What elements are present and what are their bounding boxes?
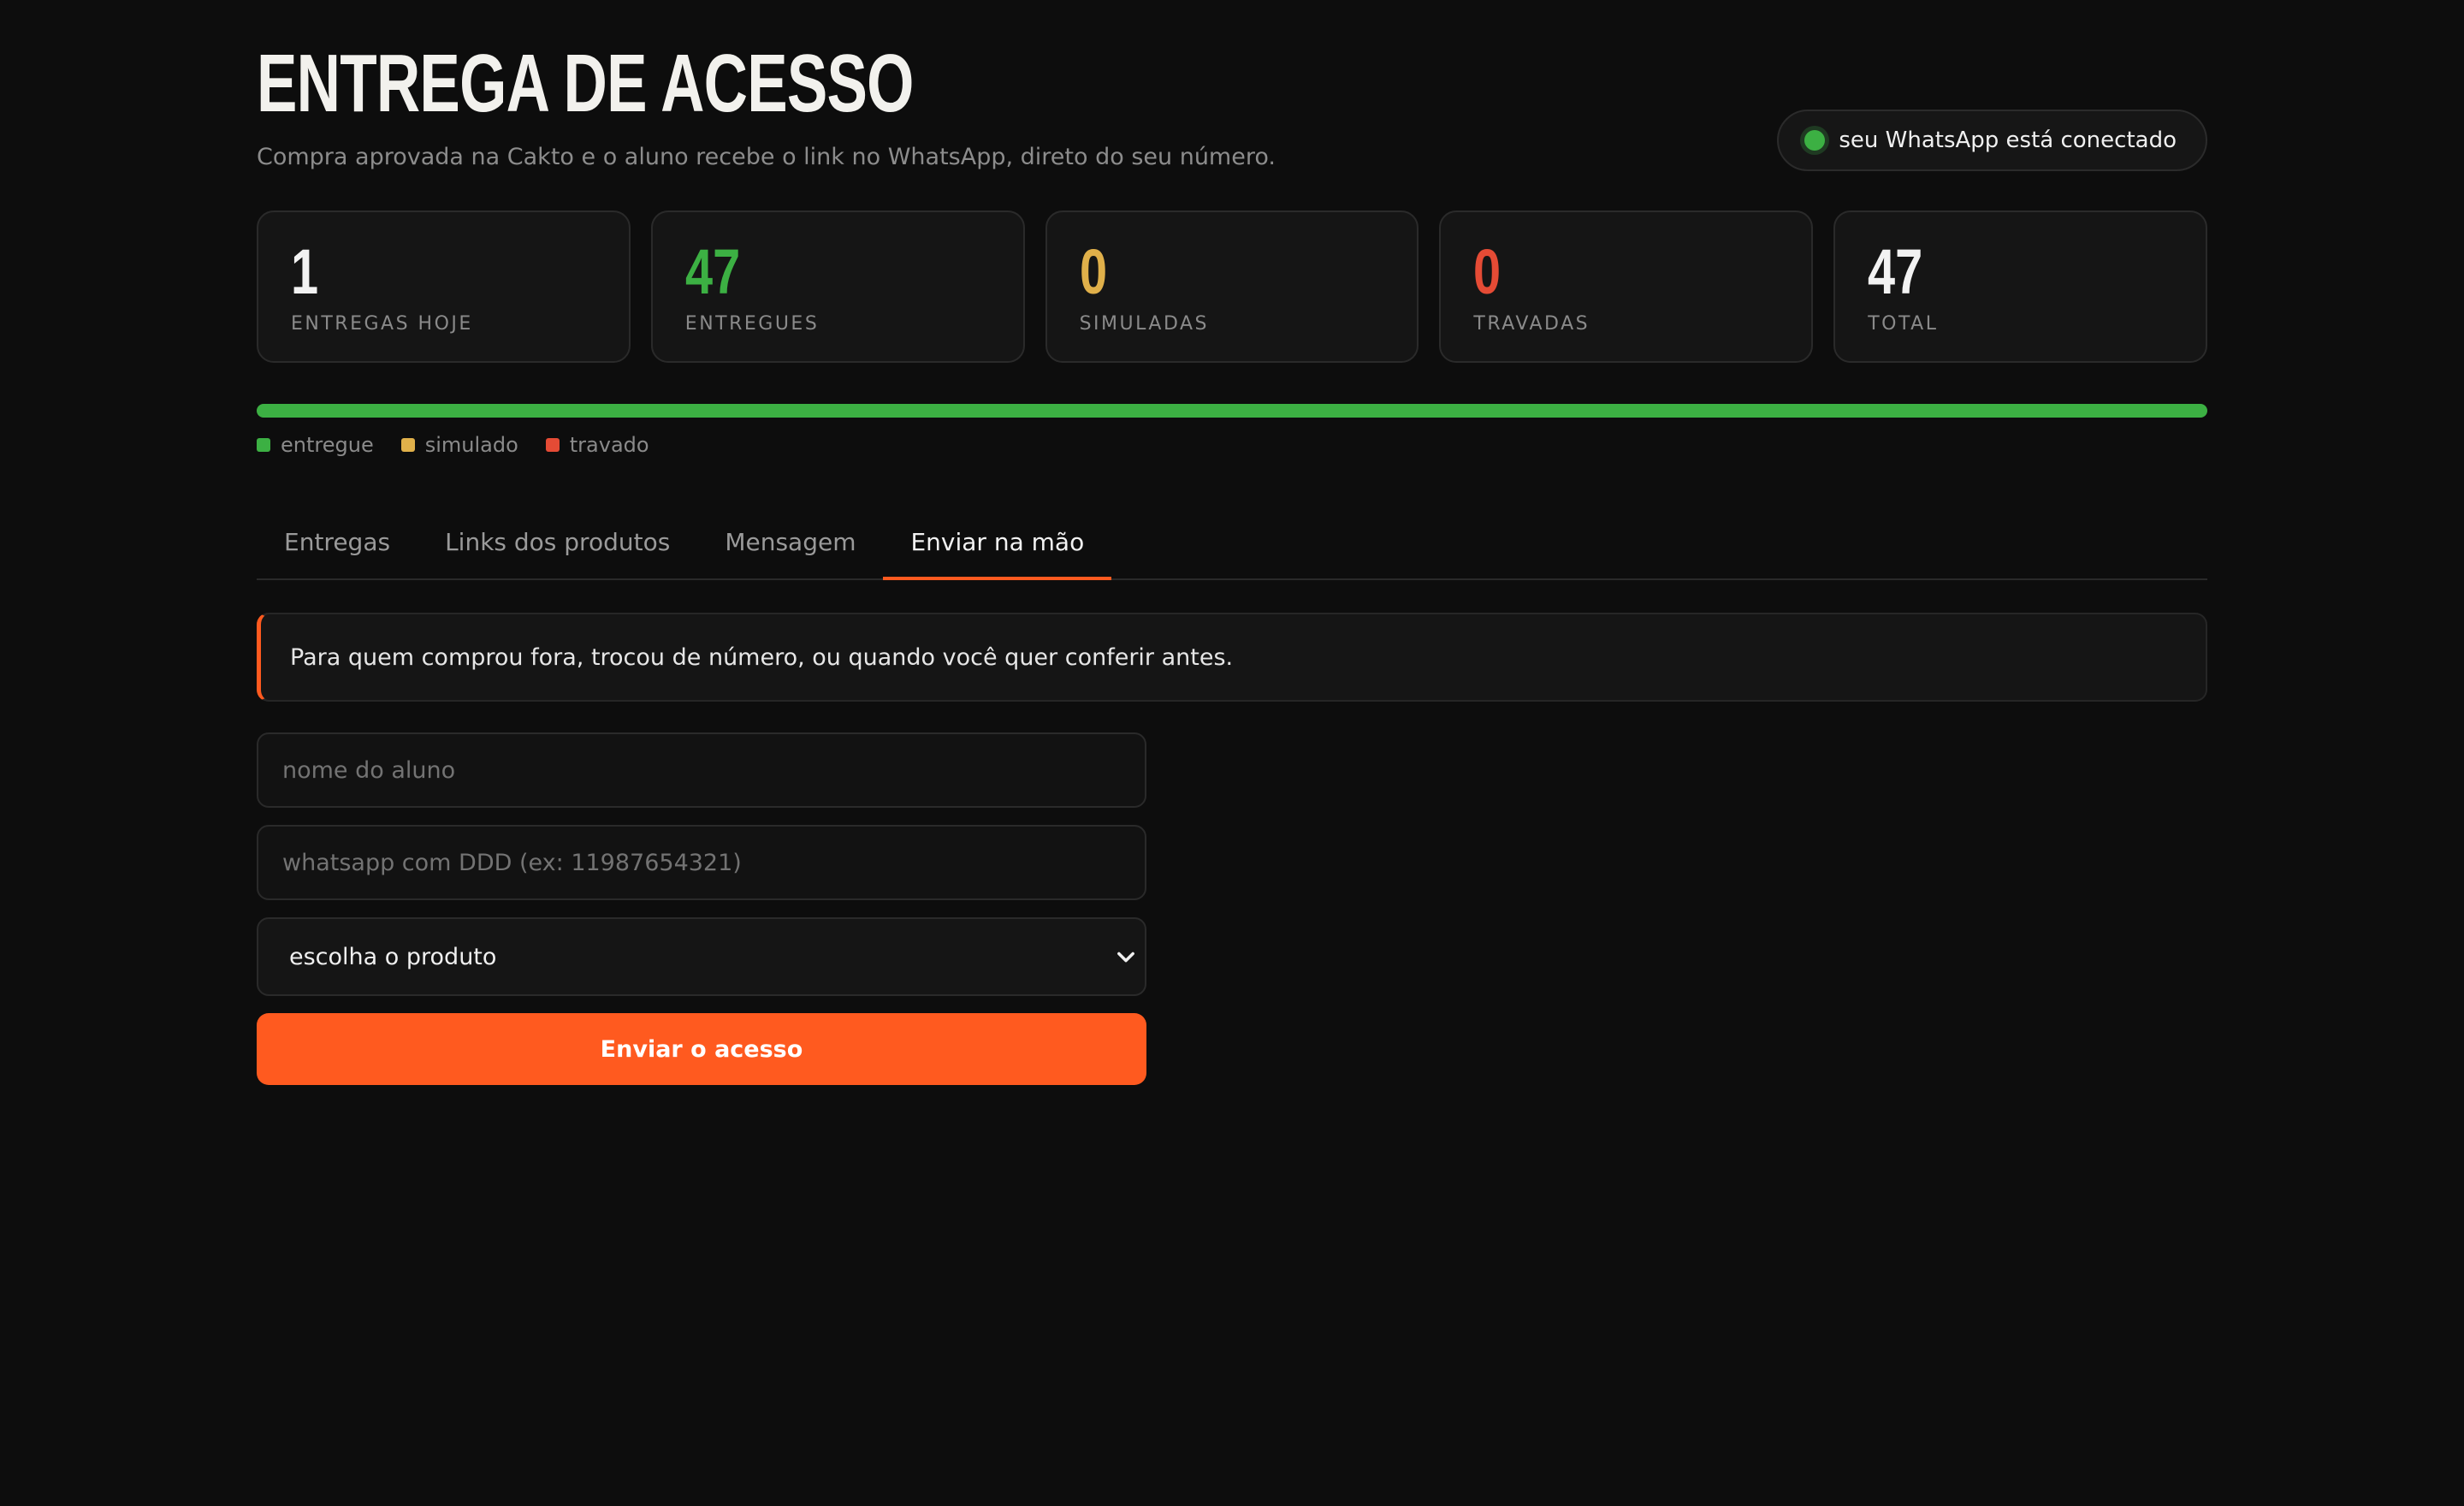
progress-segment-entregue: [257, 404, 2207, 418]
stat-value: 1: [291, 236, 319, 307]
stat-card-total: 47 TOTAL: [1833, 210, 2207, 363]
info-notice: Para quem comprou fora, trocou de número…: [257, 613, 2207, 702]
legend-label: simulado: [424, 433, 518, 457]
stat-label: TOTAL: [1868, 313, 1939, 335]
legend-label: travado: [569, 433, 649, 457]
page-subtitle: Compra aprovada na Cakto e o aluno receb…: [257, 144, 1276, 170]
stat-card-travadas: 0 TRAVADAS: [1439, 210, 1814, 363]
legend-swatch-icon: [257, 438, 270, 452]
tab-entregas[interactable]: Entregas: [257, 505, 418, 578]
send-access-button[interactable]: Enviar o acesso: [257, 1013, 1146, 1085]
progress-legend: entregue simulado travado: [257, 433, 649, 457]
tab-mensagem[interactable]: Mensagem: [697, 505, 883, 578]
tab-bar: Entregas Links dos produtos Mensagem Env…: [257, 505, 2207, 580]
stat-value: 47: [1868, 236, 1923, 307]
legend-item-travado: travado: [545, 433, 649, 457]
manual-send-form: escolha o produto Enviar o acesso: [257, 732, 1146, 1085]
stat-value: 47: [684, 236, 741, 307]
legend-label: entregue: [281, 433, 374, 457]
legend-item-entregue: entregue: [257, 433, 374, 457]
whatsapp-number-input[interactable]: [257, 825, 1146, 900]
stat-value: 0: [1473, 236, 1502, 307]
stat-label: SIMULADAS: [1079, 313, 1210, 335]
tab-enviar-na-mao[interactable]: Enviar na mão: [883, 505, 1111, 580]
tab-links-dos-produtos[interactable]: Links dos produtos: [418, 505, 697, 578]
stat-value: 0: [1079, 236, 1107, 307]
legend-swatch-icon: [545, 438, 560, 452]
status-text: seu WhatsApp está conectado: [1839, 127, 2177, 153]
legend-swatch-icon: [400, 438, 415, 452]
whatsapp-status-badge: seu WhatsApp está conectado: [1777, 110, 2207, 171]
page-title: ENTREGA DE ACESSO: [257, 38, 914, 129]
stat-label: ENTREGUES: [684, 313, 820, 335]
product-select-wrapper: escolha o produto: [257, 917, 1146, 996]
student-name-input[interactable]: [257, 732, 1146, 808]
stat-label: TRAVADAS: [1473, 313, 1590, 335]
stat-card-entregues: 47 ENTREGUES: [650, 210, 1025, 363]
status-dot-icon: [1804, 130, 1826, 151]
legend-item-simulado: simulado: [400, 433, 518, 457]
stat-card-simuladas: 0 SIMULADAS: [1045, 210, 1419, 363]
stat-label: ENTREGAS HOJE: [291, 313, 473, 335]
stat-card-entregas-hoje: 1 ENTREGAS HOJE: [257, 210, 631, 363]
stats-row: 1 ENTREGAS HOJE 47 ENTREGUES 0 SIMULADAS…: [257, 210, 2207, 363]
delivery-progress-bar: [257, 404, 2207, 418]
notice-text: Para quem comprou fora, trocou de número…: [290, 643, 1234, 671]
product-select[interactable]: escolha o produto: [257, 917, 1146, 996]
